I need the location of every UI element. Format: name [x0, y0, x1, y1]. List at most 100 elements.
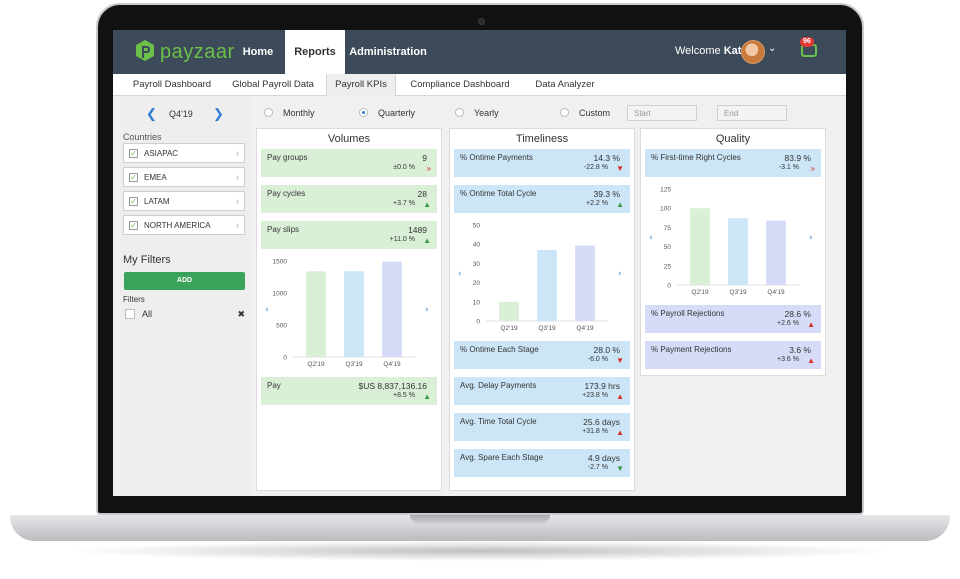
tab-global-payroll-data[interactable]: Global Payroll Data	[225, 74, 321, 96]
chevron-left-icon[interactable]: ‹	[236, 196, 239, 206]
y-tick-label: 50	[473, 223, 481, 230]
tab-payroll-kpis[interactable]: Payroll KPIs	[326, 74, 396, 96]
checkbox-all[interactable]	[125, 309, 135, 319]
chevron-left-icon[interactable]: ‹	[236, 172, 239, 182]
chevron-left-icon[interactable]: ‹	[236, 148, 239, 158]
kpi-card-avg-spare-each-stage[interactable]: Avg. Spare Each Stage 4.9 days -2.7 % ▼	[454, 449, 630, 477]
quality-title: Quality	[715, 133, 751, 145]
chevron-left-icon[interactable]: ‹	[265, 305, 269, 315]
y-tick-label: 100	[660, 206, 671, 213]
checkbox-checked-icon[interactable]: ✓	[129, 197, 138, 206]
triangle-up-red-icon: ▲	[616, 392, 624, 401]
kpi-label: % Ontime Each Stage	[460, 345, 539, 354]
country-name: EMEA	[144, 173, 167, 182]
chevron-right-icon[interactable]: ›	[425, 305, 429, 315]
end-date-input[interactable]: End	[717, 105, 787, 121]
kpi-card-payroll-rejections[interactable]: % Payroll Rejections 28.6 % +2.6 % ▲	[645, 305, 821, 333]
y-tick-label: 0	[283, 355, 287, 362]
add-filter-button[interactable]: ADD	[124, 272, 245, 290]
y-tick-label: 1500	[273, 259, 288, 266]
y-tick-label: 50	[664, 244, 672, 251]
avatar[interactable]	[741, 40, 765, 64]
kpi-change: +2.6 %	[777, 320, 799, 327]
kpi-card-pay-cycles[interactable]: Pay cycles 28 +3.7 % ▲	[261, 185, 437, 213]
chevron-left-icon[interactable]: ❮	[146, 106, 157, 122]
nav-home[interactable]: Home	[231, 30, 285, 74]
kpi-change: -22.8 %	[583, 164, 608, 171]
checkbox-checked-icon[interactable]: ✓	[129, 173, 138, 182]
kpi-change: ±0.0 %	[393, 164, 415, 171]
volumes-title: Volumes	[327, 133, 371, 145]
radio-dot[interactable]	[455, 108, 464, 117]
kpi-card-ontime-each-stage[interactable]: % Ontime Each Stage 28.0 % -6.0 % ▼	[454, 341, 630, 369]
close-icon[interactable]: ✖	[237, 309, 245, 320]
radio-dot[interactable]	[264, 108, 273, 117]
y-tick-label: 125	[660, 187, 671, 194]
top-navigation-bar: payzaar Home Reports Administration Welc…	[113, 30, 846, 74]
timeliness-bar-chart: 0 10 20 30 40 50 Q2'19 Q3'19 Q4'19 ‹ ›	[458, 223, 622, 333]
chevron-right-icon[interactable]: ❯	[213, 106, 224, 122]
filter-sidebar: ❮ Q4'19 ❯ Countries ✓ ASIAPAC ‹ ✓ EMEA ‹…	[113, 96, 251, 496]
country-item-emea[interactable]: ✓ EMEA ‹	[123, 167, 245, 187]
chevron-left-icon[interactable]: ‹	[236, 220, 239, 230]
kpi-card-ontime-total-cycle[interactable]: % Ontime Total Cycle 39.3 % +2.2 % ▲	[454, 185, 630, 213]
chevron-left-icon[interactable]: ‹	[458, 269, 462, 279]
tab-payroll-dashboard[interactable]: Payroll Dashboard	[119, 74, 225, 96]
tab-compliance-dashboard[interactable]: Compliance Dashboard	[403, 74, 517, 96]
radio-quarterly[interactable]: Quarterly	[359, 108, 415, 118]
x-tick-label: Q2'19	[691, 289, 709, 296]
triangle-up-red-icon: ▲	[807, 356, 815, 365]
kpi-card-avg-time-total-cycle[interactable]: Avg. Time Total Cycle 25.6 days +31.8 % …	[454, 413, 630, 441]
nav-reports[interactable]: Reports	[285, 30, 345, 74]
radio-custom[interactable]: Custom	[560, 108, 610, 118]
radio-dot-selected[interactable]	[359, 108, 368, 117]
timeliness-title: Timeliness	[515, 133, 569, 145]
payzaar-logo-icon	[136, 40, 154, 61]
triangle-up-red-icon: ▲	[807, 320, 815, 329]
kpi-label: Avg. Time Total Cycle	[460, 417, 537, 426]
kpi-change: +8.5 %	[393, 392, 415, 399]
kpi-card-pay[interactable]: Pay $US 8,837,136.16 +8.5 % ▲	[261, 377, 437, 405]
kpi-card-avg-delay-payments[interactable]: Avg. Delay Payments 173.9 hrs +23.8 % ▲	[454, 377, 630, 405]
filter-row-all: All ✖	[123, 309, 245, 321]
kpi-value: 28	[417, 189, 427, 199]
country-item-north-america[interactable]: ✓ NORTH AMERICA ‹	[123, 215, 245, 235]
start-date-input[interactable]: Start	[627, 105, 697, 121]
double-chevron-right-icon: »	[426, 164, 431, 173]
country-name: NORTH AMERICA	[144, 221, 211, 230]
chevron-left-icon[interactable]: ‹	[649, 233, 653, 243]
triangle-up-icon: ▲	[423, 200, 431, 209]
volumes-panel: Volumes Pay groups 9 ±0.0 % » Pay cycles…	[256, 128, 442, 491]
bar-Q419	[382, 261, 402, 357]
chevron-right-icon[interactable]: ›	[809, 233, 813, 243]
kpi-card-pay-groups[interactable]: Pay groups 9 ±0.0 % »	[261, 149, 437, 177]
chevron-down-icon[interactable]: ⌄	[768, 43, 776, 54]
checkbox-checked-icon[interactable]: ✓	[129, 149, 138, 158]
y-tick-label: 1000	[273, 291, 288, 298]
triangle-up-red-icon: ▲	[616, 428, 624, 437]
period-label: Q4'19	[169, 109, 193, 119]
country-item-asiapac[interactable]: ✓ ASIAPAC ‹	[123, 143, 245, 163]
laptop-shadow	[60, 541, 900, 561]
kpi-value: 173.9 hrs	[584, 381, 620, 391]
x-tick-label: Q3'19	[729, 289, 747, 296]
y-tick-label: 10	[473, 299, 481, 306]
country-item-latam[interactable]: ✓ LATAM ‹	[123, 191, 245, 211]
kpi-card-first-time-right[interactable]: % First-time Right Cycles 83.9 % -3.1 % …	[645, 149, 821, 177]
tab-data-analyzer[interactable]: Data Analyzer	[525, 74, 605, 96]
kpi-card-ontime-payments[interactable]: % Ontime Payments 14.3 % -22.8 % ▼	[454, 149, 630, 177]
radio-monthly[interactable]: Monthly	[264, 108, 315, 118]
radio-dot[interactable]	[560, 108, 569, 117]
kpi-change: +3.6 %	[777, 356, 799, 363]
double-chevron-right-icon: »	[810, 164, 815, 173]
radio-yearly[interactable]: Yearly	[455, 108, 499, 118]
chevron-right-icon[interactable]: ›	[618, 269, 622, 279]
y-tick-label: 40	[473, 242, 481, 249]
nav-administration[interactable]: Administration	[349, 30, 427, 74]
quality-chart: 0 25 50 75 100 125 Q2'19 Q3'19 Q4'19 ‹ ›	[645, 179, 821, 301]
bar-Q319	[344, 271, 364, 357]
kpi-card-pay-slips[interactable]: Pay slips 1489 +11.0 % ▲	[261, 221, 437, 249]
checkbox-checked-icon[interactable]: ✓	[129, 221, 138, 230]
kpi-value: 4.9 days	[587, 453, 620, 463]
kpi-card-payment-rejections[interactable]: % Payment Rejections 3.6 % +3.6 % ▲	[645, 341, 821, 369]
